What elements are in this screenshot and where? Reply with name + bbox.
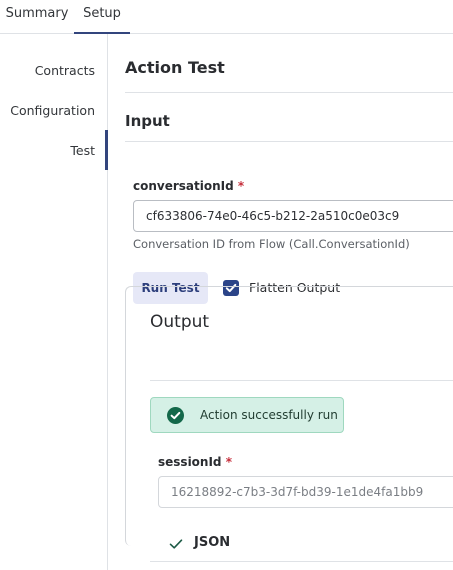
- success-message: Action successfully run: [200, 408, 338, 422]
- top-tab-bar: Summary Setup: [0, 0, 453, 34]
- sidebar-item-configuration[interactable]: Configuration: [10, 103, 95, 118]
- chevron-check-icon[interactable]: [169, 537, 183, 551]
- check-circle-icon: [167, 407, 184, 424]
- input-divider: [125, 141, 453, 142]
- conversation-id-help: Conversation ID from Flow (Call.Conversa…: [133, 237, 410, 251]
- sidebar-item-contracts[interactable]: Contracts: [35, 63, 95, 78]
- sidebar-item-test[interactable]: Test: [70, 143, 95, 158]
- conversation-id-label: conversationId *: [133, 179, 244, 193]
- json-section-toggle[interactable]: JSON: [194, 535, 230, 550]
- sidebar-active-indicator: [105, 130, 108, 170]
- session-id-label: sessionId *: [158, 455, 232, 469]
- title-divider: [125, 92, 453, 93]
- output-heading: Output: [150, 312, 210, 332]
- success-alert: Action successfully run: [150, 397, 344, 433]
- input-heading: Input: [125, 112, 170, 130]
- required-mark: *: [225, 455, 232, 469]
- required-mark: *: [237, 179, 245, 193]
- tab-setup[interactable]: Setup: [74, 0, 130, 34]
- output-divider: [150, 380, 453, 381]
- conversation-id-input[interactable]: cf633806-74e0-46c5-b212-2a510c0e03c9: [133, 200, 453, 232]
- json-divider: [150, 561, 453, 562]
- session-id-input[interactable]: 16218892-c7b3-3d7f-bd39-1e1de4fa1bb9: [158, 476, 453, 508]
- conversation-id-label-text: conversationId: [133, 179, 234, 193]
- page-title: Action Test: [125, 58, 225, 77]
- session-id-label-text: sessionId: [158, 455, 222, 469]
- setup-sidebar: Contracts Configuration Test: [0, 34, 108, 570]
- tab-summary[interactable]: Summary: [0, 0, 74, 34]
